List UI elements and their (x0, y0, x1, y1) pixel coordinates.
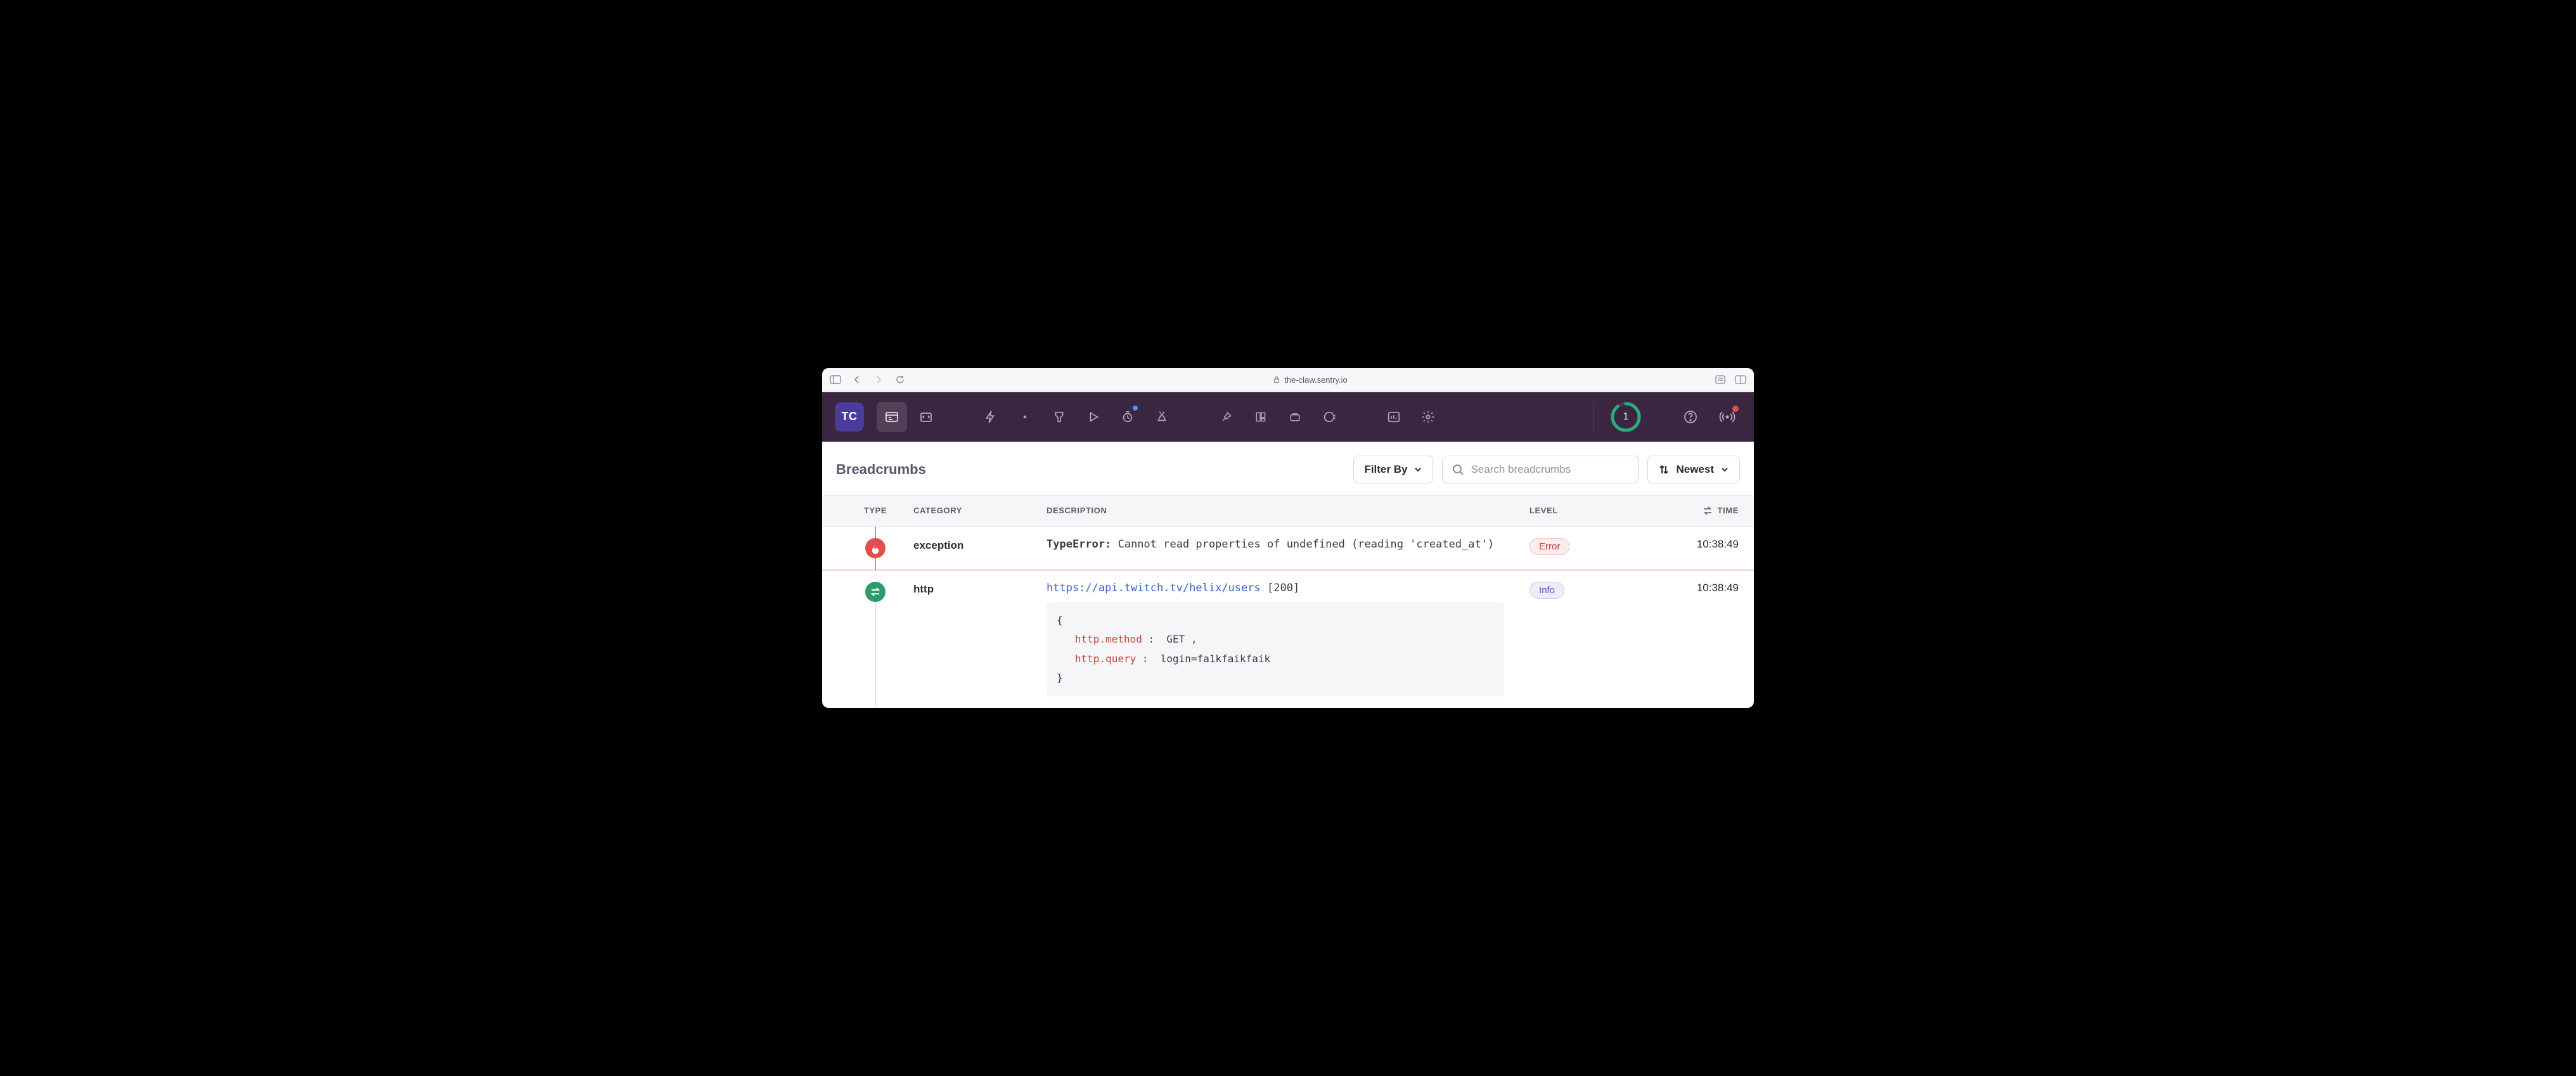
fire-icon (865, 538, 886, 558)
tabs-icon[interactable] (1735, 374, 1746, 385)
reload-icon[interactable] (894, 374, 906, 385)
error-type: TypeError: (1046, 538, 1111, 551)
table-row: http https://api.twitch.tv/helix/users [… (822, 570, 1754, 708)
nav-stats-icon[interactable] (1379, 402, 1409, 432)
reader-icon[interactable] (1715, 374, 1726, 385)
nav-releases-icon[interactable] (1280, 402, 1310, 432)
swap-icon[interactable] (1703, 506, 1713, 516)
error-message: Cannot read properties of undefined (rea… (1111, 538, 1494, 551)
quota-ring[interactable]: 1 (1609, 400, 1642, 433)
quota-count: 1 (1623, 411, 1629, 423)
search-icon (1452, 463, 1464, 476)
nav-back-icon[interactable] (851, 374, 863, 385)
broadcast-icon[interactable] (1713, 403, 1741, 431)
time-cell: 10:38:49 (1637, 538, 1739, 558)
level-badge: Error (1530, 538, 1569, 555)
time-cell: 10:38:49 (1637, 582, 1739, 697)
http-details: { http.method : GET , http.query : login… (1046, 602, 1504, 697)
description-cell: https://api.twitch.tv/helix/users [200] … (1046, 582, 1530, 697)
search-input[interactable] (1471, 463, 1629, 476)
transfer-icon (865, 582, 886, 602)
app-window: the-claw.sentry.io TC (822, 368, 1754, 708)
http-status: [200] (1261, 582, 1299, 594)
breadcrumbs-table: TYPE CATEGORY DESCRIPTION LEVEL TIME exc… (822, 495, 1754, 708)
nav-projects-icon[interactable] (911, 402, 941, 432)
sort-icon (1658, 464, 1670, 475)
org-badge[interactable]: TC (835, 402, 864, 432)
col-type: TYPE (837, 506, 913, 516)
category-cell: http (913, 582, 1046, 697)
sort-button[interactable]: Newest (1647, 456, 1740, 484)
nav-settings-icon[interactable] (1413, 402, 1443, 432)
browser-chrome: the-claw.sentry.io (822, 368, 1754, 392)
nav-discover-icon[interactable] (1314, 402, 1344, 432)
filter-by-label: Filter By (1364, 463, 1407, 476)
nav-dashboards-icon[interactable] (1246, 402, 1276, 432)
nav-pin-icon[interactable] (1211, 402, 1242, 432)
col-category: CATEGORY (913, 506, 1046, 516)
col-description: DESCRIPTION (1046, 506, 1530, 516)
filter-by-button[interactable]: Filter By (1353, 456, 1433, 484)
nav-performance-icon[interactable] (976, 402, 1006, 432)
nav-forward-icon[interactable] (873, 374, 884, 385)
http-url[interactable]: https://api.twitch.tv/helix/users (1046, 582, 1261, 594)
nav-alerts-icon[interactable] (1147, 402, 1177, 432)
nav-crons-icon[interactable] (1112, 402, 1143, 432)
table-header: TYPE CATEGORY DESCRIPTION LEVEL TIME (822, 496, 1754, 527)
nav-replays-icon[interactable] (1078, 402, 1109, 432)
level-badge: Info (1530, 582, 1564, 599)
help-icon[interactable] (1677, 403, 1704, 431)
nav-dot-icon[interactable] (1010, 402, 1040, 432)
top-nav: TC (822, 392, 1754, 442)
sidebar-toggle-icon[interactable] (830, 374, 841, 385)
section-title: Breadcrumbs (836, 461, 926, 478)
description-cell: TypeError: Cannot read properties of und… (1046, 538, 1530, 558)
table-row: exception TypeError: Cannot read propert… (822, 527, 1754, 570)
category-cell: exception (913, 538, 1046, 558)
sort-label: Newest (1676, 463, 1714, 476)
lock-icon (1273, 376, 1280, 383)
nav-issues-icon[interactable] (877, 402, 907, 432)
search-box[interactable] (1442, 456, 1639, 484)
col-time: TIME (1718, 506, 1739, 515)
url-text[interactable]: the-claw.sentry.io (1284, 375, 1347, 385)
col-level: LEVEL (1530, 506, 1637, 516)
breadcrumbs-panel: Breadcrumbs Filter By Newest TYPE CATEGO… (822, 442, 1754, 708)
nav-profiling-icon[interactable] (1044, 402, 1074, 432)
